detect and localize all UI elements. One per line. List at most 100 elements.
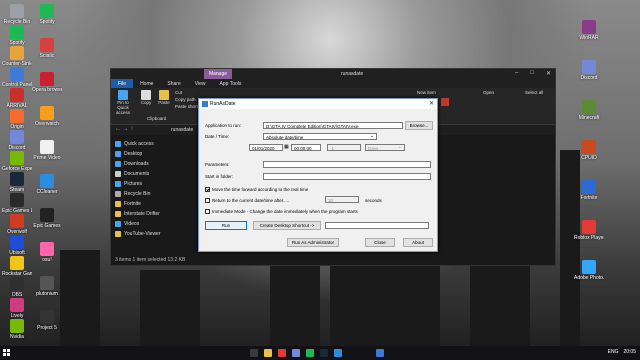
about-button[interactable]: About (403, 238, 433, 247)
cut-button[interactable]: Cut (175, 90, 182, 95)
date-picker[interactable]: 01/01/2020 (249, 144, 283, 151)
tab-view[interactable]: View (188, 79, 213, 88)
back-icon[interactable]: ← → ↑ (115, 126, 133, 132)
desktop-icon-label: Prime Video (33, 155, 61, 161)
file-explorer-icon[interactable] (264, 349, 272, 357)
desktop-icon[interactable]: Geforce Experience (2, 151, 32, 172)
steam-icon[interactable] (320, 349, 328, 357)
explorer-title-bar[interactable]: Manage runasdate – □ ✕ (111, 69, 555, 79)
desktop-icon[interactable]: Adobe Photo... (574, 260, 604, 281)
run-as-admin-button[interactable]: Run As Administrator (287, 238, 339, 247)
maximize-icon[interactable]: □ (530, 70, 534, 77)
discord-icon[interactable] (292, 349, 300, 357)
desktop-icon[interactable]: Roblox Player (574, 220, 604, 241)
desktop-icon[interactable]: CPUID (574, 140, 604, 161)
desktop-icon[interactable]: Prime Video (32, 140, 62, 161)
nav-item[interactable]: Documents (115, 169, 195, 179)
desktop-icon[interactable]: Project 5 (32, 310, 62, 331)
runasdate-taskbar-icon[interactable] (376, 349, 384, 357)
create-shortcut-button[interactable]: Create Desktop Shortcut -> (253, 221, 321, 230)
time-field[interactable]: 00:00:00 (291, 144, 321, 151)
nav-item[interactable]: Recycle Bin (115, 189, 195, 199)
desktop-icon[interactable]: Spotify (32, 4, 62, 25)
desktop-icon[interactable]: Epic Games Launcher (2, 193, 32, 214)
desktop-icon[interactable]: Lively (2, 298, 32, 319)
copy-button[interactable]: Copy (139, 90, 153, 105)
task-view-icon[interactable] (250, 349, 258, 357)
close-button[interactable]: Close (365, 238, 395, 247)
close-icon[interactable]: ✕ (546, 70, 551, 77)
desktop-icon[interactable]: Recycle Bin (2, 4, 32, 25)
delete-icon[interactable] (441, 98, 449, 106)
nav-item[interactable]: Downloads (115, 159, 195, 169)
move-time-forward-checkbox[interactable] (205, 187, 210, 192)
paste-button[interactable]: Paste (157, 90, 171, 105)
pin-quick-access-button[interactable]: Pin to Quick access (113, 90, 133, 115)
desktop-icon[interactable]: plutonium (32, 276, 62, 297)
desktop-icon[interactable]: Discord (2, 130, 32, 151)
immediate-mode-checkbox[interactable] (205, 209, 210, 214)
tab-app-tools[interactable]: App Tools (213, 79, 249, 88)
nav-item[interactable]: Interstate Drifter (115, 209, 195, 219)
nav-item[interactable]: Quick access (115, 139, 195, 149)
shortcut-name-field[interactable] (325, 222, 429, 229)
desktop-icon[interactable]: Overwolf (2, 214, 32, 235)
dialog-title: RunAsDate (210, 101, 236, 107)
desktop-icon[interactable]: Epic Games (32, 208, 62, 229)
runasdate-dialog[interactable]: RunAsDate ✕ Application to run: D:\GTA I… (198, 98, 438, 252)
chrome-icon[interactable] (278, 349, 286, 357)
return-seconds-field[interactable]: 30 (325, 196, 359, 203)
desktop-icon[interactable]: ARRIVAL (2, 88, 32, 109)
folder-icon (115, 161, 121, 167)
desktop-icon[interactable]: Overwatch (32, 106, 62, 127)
desktop-icon[interactable]: Control Panel (2, 67, 32, 88)
return-time-checkbox[interactable] (205, 198, 210, 203)
nav-item[interactable]: Pictures (115, 179, 195, 189)
desktop-icon[interactable]: Nvidia (2, 319, 32, 340)
open-button[interactable]: Open (483, 90, 494, 95)
browse-button[interactable]: Browse... (405, 121, 433, 130)
select-all-button[interactable]: Select all (525, 90, 543, 95)
clock[interactable]: 20:05 (623, 349, 636, 355)
desktop-icon[interactable]: Spotify (2, 25, 32, 46)
desktop-icon[interactable]: Opera browser (32, 72, 62, 93)
desktop-icon[interactable]: Counter-Strike Global Off... (2, 46, 32, 67)
desktop-icon[interactable]: Ubisoft (2, 235, 32, 256)
desktop-icon[interactable]: Discord (574, 60, 604, 81)
app-path-field[interactable]: D:\GTA IV Complete Edition\GTAIV\GTAIV.e… (263, 122, 403, 129)
tab-file[interactable]: File (111, 79, 134, 88)
close-icon[interactable]: ✕ (429, 100, 434, 107)
dialog-title-bar[interactable]: RunAsDate ✕ (199, 99, 437, 109)
desktop-icon[interactable]: Steam (2, 172, 32, 193)
new-item-button[interactable]: New item (417, 90, 436, 95)
language-indicator[interactable]: ENG (608, 349, 619, 355)
desktop-icon[interactable]: OBS (2, 277, 32, 298)
desktop-icon[interactable]: Sciatic (32, 38, 62, 59)
tab-home[interactable]: Home (133, 79, 160, 88)
run-button[interactable]: Run (205, 221, 247, 230)
date-mode-select[interactable]: Absolute date/time (263, 133, 377, 140)
desktop-icon[interactable]: osu! (32, 242, 62, 263)
nav-item[interactable]: Fortnite (115, 199, 195, 209)
tab-share[interactable]: Share (160, 79, 187, 88)
parameters-field[interactable] (263, 161, 431, 168)
manage-tab[interactable]: Manage (204, 69, 232, 79)
desktop-icon[interactable]: Minecraft (574, 100, 604, 121)
desktop-icon[interactable]: Origin (2, 109, 32, 130)
start-in-folder-field[interactable] (263, 173, 431, 180)
minimize-icon[interactable]: – (515, 70, 518, 77)
spotify-icon[interactable] (306, 349, 314, 357)
days-unit-select[interactable]: Days (365, 144, 405, 151)
copy-path-button[interactable]: Copy path (175, 97, 196, 102)
app-icon[interactable] (334, 349, 342, 357)
calendar-icon[interactable]: ▦ (284, 144, 290, 151)
nav-item[interactable]: Desktop (115, 149, 195, 159)
desktop-icon[interactable]: Rockstar Games (2, 256, 32, 277)
days-field[interactable]: -1 (327, 144, 361, 151)
desktop-icon[interactable]: CCleaner (32, 174, 62, 195)
desktop-icon[interactable]: WinRAR (574, 20, 604, 41)
nav-item[interactable]: YouTube-Viewer (115, 229, 195, 239)
desktop-icon[interactable]: Fortnite (574, 180, 604, 201)
nav-item[interactable]: Videos (115, 219, 195, 229)
start-icon[interactable] (3, 349, 11, 357)
